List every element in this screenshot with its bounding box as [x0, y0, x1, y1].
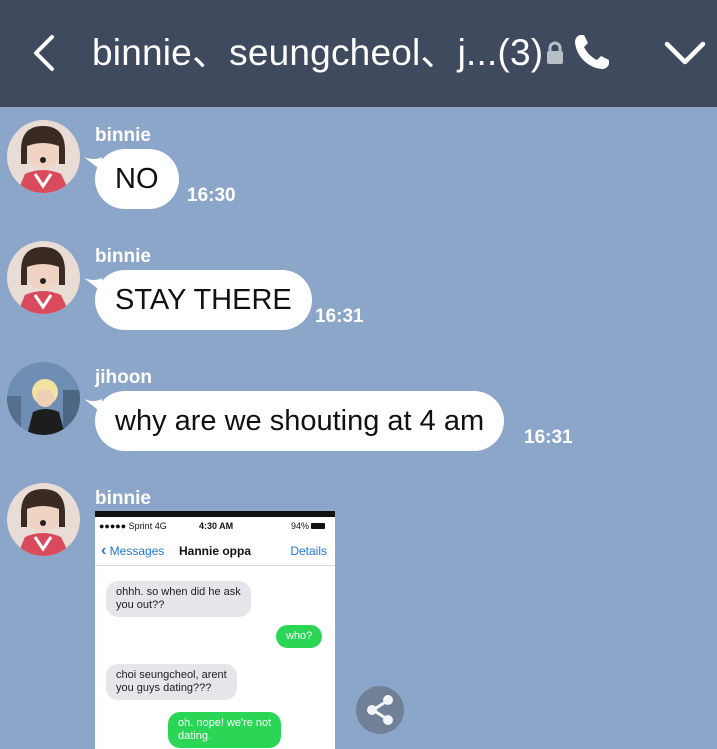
- avatar[interactable]: [7, 362, 80, 435]
- ios-back-link: ‹ Messages: [101, 542, 165, 559]
- message-time: 16:31: [315, 306, 364, 327]
- ios-details-link: Details: [290, 544, 327, 558]
- sender-name: binnie: [95, 125, 151, 146]
- ios-incoming-bubble: choi seungcheol, arent you guys dating???: [106, 664, 237, 700]
- ios-nav-bar: ‹ Messages Hannie oppa Details: [95, 539, 335, 566]
- avatar[interactable]: [7, 241, 80, 314]
- back-icon[interactable]: [30, 34, 58, 72]
- chat-header: binnie、seungcheol、j...(3): [0, 0, 717, 107]
- status-bar: ●●●●● Sprint 4G 4:30 AM 94%: [95, 517, 335, 531]
- sender-name: jihoon: [95, 367, 152, 388]
- avatar[interactable]: [7, 120, 80, 193]
- message-time: 16:30: [187, 185, 236, 206]
- message-bubble[interactable]: why are we shouting at 4 am: [95, 391, 505, 451]
- ios-outgoing-bubble: who?: [276, 625, 323, 648]
- message-bubble[interactable]: NO: [95, 149, 179, 209]
- battery-text: 94%: [291, 521, 310, 531]
- phone-icon[interactable]: [572, 32, 612, 72]
- sender-name: binnie: [95, 246, 151, 267]
- lock-icon: [547, 41, 563, 64]
- sender-name: binnie: [95, 488, 151, 509]
- share-icon: [367, 695, 393, 725]
- message-time: 16:31: [524, 427, 573, 448]
- clock-text: 4:30 AM: [199, 521, 234, 531]
- battery-icon: [311, 523, 325, 529]
- chevron-left-icon: ‹: [101, 542, 107, 559]
- chat-area[interactable]: binnie NO 16:30 binnie STAY THERE 16:31: [0, 107, 717, 749]
- ios-incoming-bubble: ohhh. so when did he ask you out??: [106, 581, 251, 617]
- avatar[interactable]: [7, 483, 80, 556]
- chat-title[interactable]: binnie、seungcheol、j...(3): [92, 30, 543, 76]
- carrier-text: ●●●●● Sprint 4G: [99, 521, 167, 531]
- ios-nav-title: Hannie oppa: [179, 544, 252, 558]
- message-bubble[interactable]: STAY THERE: [95, 270, 312, 330]
- share-button[interactable]: [356, 686, 404, 734]
- ios-outgoing-bubble: oh. nope! we're not dating.: [168, 712, 282, 748]
- chevron-down-icon[interactable]: [664, 40, 706, 66]
- image-message[interactable]: ●●●●● Sprint 4G 4:30 AM 94% ‹ Messages H…: [95, 511, 335, 749]
